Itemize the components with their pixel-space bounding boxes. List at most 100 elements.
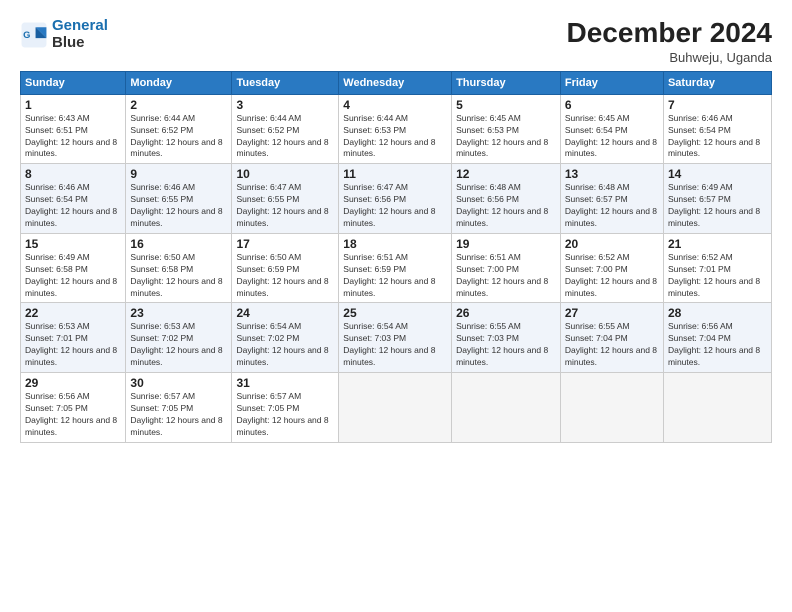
weekday-header-monday: Monday bbox=[126, 71, 232, 94]
logo-icon: G bbox=[20, 21, 48, 49]
day-cell: 24 Sunrise: 6:54 AMSunset: 7:02 PMDaylig… bbox=[232, 303, 339, 373]
day-detail: Sunrise: 6:48 AMSunset: 6:57 PMDaylight:… bbox=[565, 182, 659, 230]
day-cell: 5 Sunrise: 6:45 AMSunset: 6:53 PMDayligh… bbox=[452, 94, 561, 164]
day-number: 3 bbox=[236, 98, 334, 112]
day-number: 8 bbox=[25, 167, 121, 181]
day-cell: 29 Sunrise: 6:56 AMSunset: 7:05 PMDaylig… bbox=[21, 373, 126, 443]
day-cell: 17 Sunrise: 6:50 AMSunset: 6:59 PMDaylig… bbox=[232, 233, 339, 303]
day-number: 7 bbox=[668, 98, 767, 112]
day-detail: Sunrise: 6:44 AMSunset: 6:53 PMDaylight:… bbox=[343, 113, 447, 161]
day-detail: Sunrise: 6:50 AMSunset: 6:58 PMDaylight:… bbox=[130, 252, 227, 300]
day-detail: Sunrise: 6:44 AMSunset: 6:52 PMDaylight:… bbox=[130, 113, 227, 161]
svg-text:G: G bbox=[23, 30, 30, 40]
header: G GeneralBlue December 2024 Buhweju, Uga… bbox=[20, 18, 772, 65]
day-cell: 20 Sunrise: 6:52 AMSunset: 7:00 PMDaylig… bbox=[560, 233, 663, 303]
day-cell bbox=[452, 373, 561, 443]
calendar-table: SundayMondayTuesdayWednesdayThursdayFrid… bbox=[20, 71, 772, 443]
day-cell bbox=[663, 373, 771, 443]
day-cell: 25 Sunrise: 6:54 AMSunset: 7:03 PMDaylig… bbox=[339, 303, 452, 373]
day-number: 19 bbox=[456, 237, 556, 251]
day-detail: Sunrise: 6:56 AMSunset: 7:05 PMDaylight:… bbox=[25, 391, 121, 439]
day-cell: 1 Sunrise: 6:43 AMSunset: 6:51 PMDayligh… bbox=[21, 94, 126, 164]
week-row-2: 8 Sunrise: 6:46 AMSunset: 6:54 PMDayligh… bbox=[21, 164, 772, 234]
day-cell: 23 Sunrise: 6:53 AMSunset: 7:02 PMDaylig… bbox=[126, 303, 232, 373]
day-cell: 4 Sunrise: 6:44 AMSunset: 6:53 PMDayligh… bbox=[339, 94, 452, 164]
day-detail: Sunrise: 6:45 AMSunset: 6:54 PMDaylight:… bbox=[565, 113, 659, 161]
day-detail: Sunrise: 6:49 AMSunset: 6:58 PMDaylight:… bbox=[25, 252, 121, 300]
day-number: 17 bbox=[236, 237, 334, 251]
day-cell: 6 Sunrise: 6:45 AMSunset: 6:54 PMDayligh… bbox=[560, 94, 663, 164]
day-cell: 19 Sunrise: 6:51 AMSunset: 7:00 PMDaylig… bbox=[452, 233, 561, 303]
day-cell: 2 Sunrise: 6:44 AMSunset: 6:52 PMDayligh… bbox=[126, 94, 232, 164]
weekday-header-row: SundayMondayTuesdayWednesdayThursdayFrid… bbox=[21, 71, 772, 94]
day-detail: Sunrise: 6:51 AMSunset: 7:00 PMDaylight:… bbox=[456, 252, 556, 300]
day-detail: Sunrise: 6:46 AMSunset: 6:54 PMDaylight:… bbox=[668, 113, 767, 161]
week-row-4: 22 Sunrise: 6:53 AMSunset: 7:01 PMDaylig… bbox=[21, 303, 772, 373]
day-number: 5 bbox=[456, 98, 556, 112]
day-detail: Sunrise: 6:57 AMSunset: 7:05 PMDaylight:… bbox=[236, 391, 334, 439]
logo: G GeneralBlue bbox=[20, 18, 108, 51]
day-cell: 31 Sunrise: 6:57 AMSunset: 7:05 PMDaylig… bbox=[232, 373, 339, 443]
day-number: 13 bbox=[565, 167, 659, 181]
day-number: 21 bbox=[668, 237, 767, 251]
day-cell: 22 Sunrise: 6:53 AMSunset: 7:01 PMDaylig… bbox=[21, 303, 126, 373]
day-number: 9 bbox=[130, 167, 227, 181]
day-number: 6 bbox=[565, 98, 659, 112]
day-number: 29 bbox=[25, 376, 121, 390]
day-number: 4 bbox=[343, 98, 447, 112]
day-detail: Sunrise: 6:48 AMSunset: 6:56 PMDaylight:… bbox=[456, 182, 556, 230]
day-detail: Sunrise: 6:55 AMSunset: 7:04 PMDaylight:… bbox=[565, 321, 659, 369]
month-title: December 2024 bbox=[567, 18, 772, 49]
day-number: 31 bbox=[236, 376, 334, 390]
day-detail: Sunrise: 6:50 AMSunset: 6:59 PMDaylight:… bbox=[236, 252, 334, 300]
day-detail: Sunrise: 6:46 AMSunset: 6:54 PMDaylight:… bbox=[25, 182, 121, 230]
day-detail: Sunrise: 6:55 AMSunset: 7:03 PMDaylight:… bbox=[456, 321, 556, 369]
day-cell: 9 Sunrise: 6:46 AMSunset: 6:55 PMDayligh… bbox=[126, 164, 232, 234]
title-block: December 2024 Buhweju, Uganda bbox=[567, 18, 772, 65]
week-row-1: 1 Sunrise: 6:43 AMSunset: 6:51 PMDayligh… bbox=[21, 94, 772, 164]
day-number: 25 bbox=[343, 306, 447, 320]
day-cell: 7 Sunrise: 6:46 AMSunset: 6:54 PMDayligh… bbox=[663, 94, 771, 164]
location: Buhweju, Uganda bbox=[567, 50, 772, 65]
day-number: 10 bbox=[236, 167, 334, 181]
day-detail: Sunrise: 6:56 AMSunset: 7:04 PMDaylight:… bbox=[668, 321, 767, 369]
day-cell: 14 Sunrise: 6:49 AMSunset: 6:57 PMDaylig… bbox=[663, 164, 771, 234]
day-cell bbox=[339, 373, 452, 443]
day-number: 15 bbox=[25, 237, 121, 251]
day-cell: 11 Sunrise: 6:47 AMSunset: 6:56 PMDaylig… bbox=[339, 164, 452, 234]
day-cell: 21 Sunrise: 6:52 AMSunset: 7:01 PMDaylig… bbox=[663, 233, 771, 303]
day-detail: Sunrise: 6:49 AMSunset: 6:57 PMDaylight:… bbox=[668, 182, 767, 230]
day-detail: Sunrise: 6:53 AMSunset: 7:01 PMDaylight:… bbox=[25, 321, 121, 369]
day-cell: 10 Sunrise: 6:47 AMSunset: 6:55 PMDaylig… bbox=[232, 164, 339, 234]
day-cell: 12 Sunrise: 6:48 AMSunset: 6:56 PMDaylig… bbox=[452, 164, 561, 234]
day-detail: Sunrise: 6:46 AMSunset: 6:55 PMDaylight:… bbox=[130, 182, 227, 230]
day-number: 18 bbox=[343, 237, 447, 251]
day-number: 2 bbox=[130, 98, 227, 112]
day-detail: Sunrise: 6:47 AMSunset: 6:56 PMDaylight:… bbox=[343, 182, 447, 230]
day-number: 12 bbox=[456, 167, 556, 181]
day-number: 1 bbox=[25, 98, 121, 112]
week-row-5: 29 Sunrise: 6:56 AMSunset: 7:05 PMDaylig… bbox=[21, 373, 772, 443]
day-detail: Sunrise: 6:52 AMSunset: 7:00 PMDaylight:… bbox=[565, 252, 659, 300]
day-number: 20 bbox=[565, 237, 659, 251]
day-detail: Sunrise: 6:43 AMSunset: 6:51 PMDaylight:… bbox=[25, 113, 121, 161]
day-cell: 16 Sunrise: 6:50 AMSunset: 6:58 PMDaylig… bbox=[126, 233, 232, 303]
day-detail: Sunrise: 6:52 AMSunset: 7:01 PMDaylight:… bbox=[668, 252, 767, 300]
day-cell bbox=[560, 373, 663, 443]
day-cell: 26 Sunrise: 6:55 AMSunset: 7:03 PMDaylig… bbox=[452, 303, 561, 373]
week-row-3: 15 Sunrise: 6:49 AMSunset: 6:58 PMDaylig… bbox=[21, 233, 772, 303]
weekday-header-saturday: Saturday bbox=[663, 71, 771, 94]
day-number: 23 bbox=[130, 306, 227, 320]
weekday-header-friday: Friday bbox=[560, 71, 663, 94]
day-detail: Sunrise: 6:54 AMSunset: 7:03 PMDaylight:… bbox=[343, 321, 447, 369]
weekday-header-sunday: Sunday bbox=[21, 71, 126, 94]
day-detail: Sunrise: 6:51 AMSunset: 6:59 PMDaylight:… bbox=[343, 252, 447, 300]
day-cell: 18 Sunrise: 6:51 AMSunset: 6:59 PMDaylig… bbox=[339, 233, 452, 303]
day-detail: Sunrise: 6:45 AMSunset: 6:53 PMDaylight:… bbox=[456, 113, 556, 161]
day-cell: 15 Sunrise: 6:49 AMSunset: 6:58 PMDaylig… bbox=[21, 233, 126, 303]
weekday-header-wednesday: Wednesday bbox=[339, 71, 452, 94]
day-cell: 3 Sunrise: 6:44 AMSunset: 6:52 PMDayligh… bbox=[232, 94, 339, 164]
weekday-header-thursday: Thursday bbox=[452, 71, 561, 94]
day-number: 27 bbox=[565, 306, 659, 320]
day-number: 28 bbox=[668, 306, 767, 320]
